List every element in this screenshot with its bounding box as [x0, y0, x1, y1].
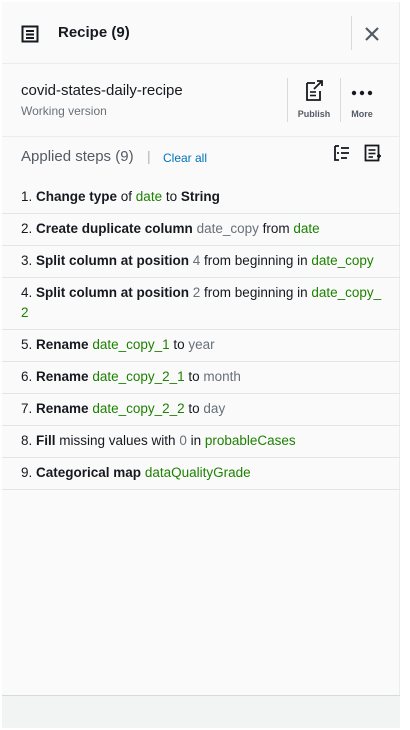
publish-button[interactable]: Publish [292, 80, 336, 120]
step-text: 6. [21, 369, 37, 384]
step-text: date [135, 189, 163, 204]
step-text: 2. [21, 221, 37, 236]
applied-step-7[interactable]: 7. Rename date_copy_2_2 to day [2, 394, 400, 426]
step-text: date [293, 221, 320, 236]
recipe-version: Working version [21, 104, 107, 118]
step-text: from beginning in [200, 285, 312, 300]
panel-header: Recipe (9) [2, 2, 400, 64]
more-dots-icon [351, 90, 373, 96]
step-text: 8. [21, 433, 37, 448]
step-text: from beginning in [200, 253, 312, 268]
step-text: String [180, 189, 220, 204]
step-text: of [117, 189, 136, 204]
step-text: Change type [36, 189, 118, 204]
step-text: dataQualityGrade [144, 465, 251, 480]
step-text: probableCases [204, 433, 296, 448]
step-text: Rename [36, 369, 89, 384]
clear-all-link[interactable]: Clear all [163, 151, 207, 165]
applied-step-3[interactable]: 3. Split column at position 4 from begin… [2, 246, 400, 278]
applied-step-8[interactable]: 8. Fill missing values with 0 in probabl… [2, 426, 400, 458]
applied-step-4[interactable]: 4. Split column at position 2 from begin… [2, 278, 400, 330]
recipe-list-icon [21, 25, 39, 43]
step-text: 5. [21, 337, 37, 352]
applied-step-6[interactable]: 6. Rename date_copy_2_1 to month [2, 362, 400, 394]
actions-divider-2 [340, 78, 341, 122]
step-text: Create duplicate column [36, 221, 193, 236]
more-label: More [351, 109, 373, 119]
applied-step-1[interactable]: 1. Change type of date to String [2, 182, 400, 214]
step-text: Fill [36, 433, 56, 448]
step-text: Rename [36, 337, 89, 352]
step-text: date_copy [196, 221, 259, 236]
step-text: date_copy [311, 253, 374, 268]
actions-divider [287, 78, 288, 122]
more-button[interactable]: More [344, 80, 380, 120]
publish-label: Publish [297, 109, 331, 119]
step-text: day [203, 401, 226, 416]
step-text: 4. [21, 285, 37, 300]
step-text: 7. [21, 401, 37, 416]
recipe-panel: Recipe (9) covid-states-daily-recipe Wor… [2, 2, 400, 728]
step-text: year [188, 337, 215, 352]
step-text: Categorical map [36, 465, 142, 480]
step-text: from [258, 221, 294, 236]
step-text: 9. [21, 465, 37, 480]
step-text: 1. [21, 189, 37, 204]
header-divider [351, 16, 352, 50]
step-text: Rename [36, 401, 89, 416]
expand-steps-icon[interactable] [333, 144, 351, 162]
applied-step-2[interactable]: 2. Create duplicate column date_copy fro… [2, 214, 400, 246]
step-text: Split column at position [36, 285, 190, 300]
applied-step-5[interactable]: 5. Rename date_copy_1 to year [2, 330, 400, 362]
applied-steps-label: Applied steps (9) [21, 148, 134, 165]
recipe-info: covid-states-daily-recipe Working versio… [2, 64, 400, 137]
step-text: Split column at position [36, 253, 190, 268]
steps-header-separator: | [147, 148, 151, 164]
step-text: date_copy_1 [92, 337, 170, 352]
close-icon[interactable] [360, 22, 384, 46]
panel-footer [2, 696, 400, 728]
step-text: 3. [21, 253, 37, 268]
applied-steps-header: Applied steps (9) | Clear all [2, 137, 400, 177]
step-text: month [203, 369, 241, 384]
step-text: to [162, 189, 181, 204]
applied-steps-list: 1. Change type of date to String 2. Creat… [2, 182, 400, 490]
applied-step-9[interactable]: 9. Categorical map dataQualityGrade [2, 458, 400, 490]
recipe-actions-icon[interactable] [364, 144, 382, 162]
step-text: date_copy_2_1 [92, 369, 185, 384]
step-text: to [169, 337, 189, 352]
step-text: to [184, 369, 204, 384]
step-text: to [184, 401, 204, 416]
step-text: in [186, 433, 205, 448]
recipe-name: covid-states-daily-recipe [21, 82, 183, 99]
step-text: 0 [179, 433, 187, 448]
panel-title: Recipe (9) [58, 24, 130, 41]
publish-icon [306, 80, 323, 101]
step-text: missing values with [55, 433, 180, 448]
step-text: date_copy_2_2 [92, 401, 185, 416]
